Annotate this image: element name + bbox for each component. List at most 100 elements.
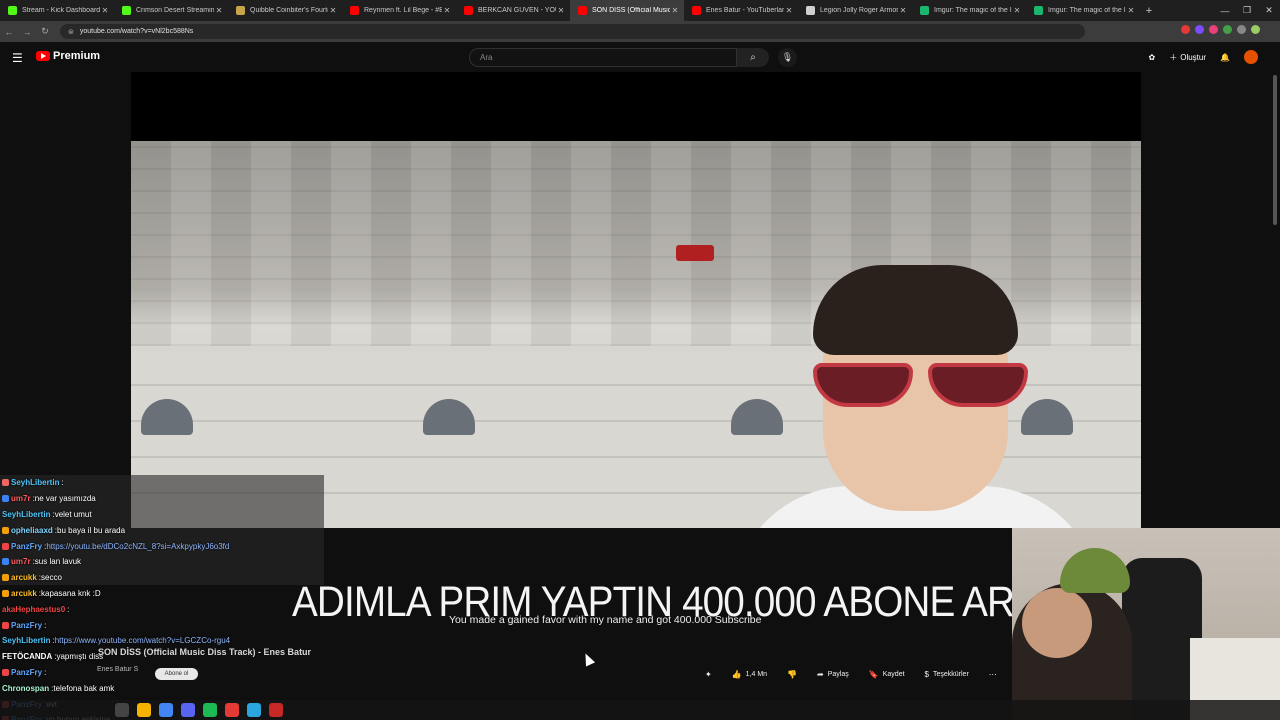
puzzle-icon[interactable] [1237, 25, 1246, 34]
chat-username[interactable]: PanzFry [11, 542, 42, 551]
video-title: SON DİSS (Official Music Diss Track) - E… [98, 647, 312, 657]
app-icon[interactable] [225, 703, 239, 717]
sparkle-icon: ✦ [705, 669, 712, 679]
tab-close-icon[interactable]: ✕ [328, 6, 338, 15]
chat-username[interactable]: um7r [11, 494, 31, 503]
browser-tab[interactable]: Reynmen ft. Lil Bege - #Bizk✕ [342, 0, 456, 21]
extension-icon[interactable] [1223, 25, 1232, 34]
browser-tab[interactable]: Imgur: The magic of the Inter✕ [1026, 0, 1140, 21]
chat-message: PanzFry: [2, 617, 230, 633]
browser-tab[interactable]: BERKCAN GÜVEN - YOUTUB✕ [456, 0, 570, 21]
tab-close-icon[interactable]: ✕ [898, 6, 908, 15]
remix-button[interactable]: ✦ [700, 666, 717, 682]
create-button[interactable]: ＋ Oluştur [1169, 52, 1206, 63]
tab-close-icon[interactable]: ✕ [556, 6, 566, 15]
browser-tab[interactable]: Stream - Kick Dashboard ✕ [0, 0, 114, 21]
tab-favicon-icon [920, 6, 929, 15]
site-info-icon[interactable]: ⊜ [68, 28, 74, 36]
chat-username[interactable]: PanzFry [11, 621, 42, 630]
channel-name[interactable]: Enes Batur S [97, 666, 138, 673]
app-icon[interactable] [269, 703, 283, 717]
create-label: Oluştur [1180, 52, 1207, 62]
back-icon[interactable]: ← [0, 27, 18, 37]
chat-username[interactable]: arcukk [11, 589, 37, 598]
tab-close-icon[interactable]: ✕ [1126, 6, 1136, 15]
app-icon[interactable] [247, 703, 261, 717]
search-button[interactable]: ⌕ [737, 48, 769, 67]
chat-username[interactable]: PanzFry [11, 668, 42, 677]
minimize-icon[interactable]: — [1214, 6, 1236, 16]
thumbs-down-icon: 👎 [787, 669, 798, 679]
browser-tab[interactable]: Crimson Desert Streaming - L✕ [114, 0, 228, 21]
chat-username[interactable]: FETÖCANDA [2, 652, 52, 661]
save-button[interactable]: 🔖 Kaydet [864, 666, 910, 682]
browser-tab[interactable]: SON DİSS (Official Music ✕ [570, 0, 684, 21]
like-button[interactable]: 👍 1,4 Mn [727, 666, 772, 682]
browser-tab[interactable]: Imgur: The magic of the Inter✕ [912, 0, 1026, 21]
tab-close-icon[interactable]: ✕ [100, 6, 110, 15]
video-player[interactable] [131, 72, 1141, 528]
chat-text: sus lan lavuk [34, 557, 82, 567]
page-scrollbar[interactable] [1273, 75, 1277, 225]
subscribe-button[interactable]: Abone ol [155, 668, 198, 680]
browser-tab[interactable]: Enes Batur - YouTuberların D✕ [684, 0, 798, 21]
chat-username[interactable]: akaHephaestus0 [2, 605, 65, 614]
tab-close-icon[interactable]: ✕ [670, 6, 680, 15]
tab-close-icon[interactable]: ✕ [1012, 6, 1022, 15]
extension-icon[interactable] [1195, 25, 1204, 34]
extension-icon[interactable] [1181, 25, 1190, 34]
new-tab-icon[interactable]: + [1140, 5, 1158, 17]
chrome-icon[interactable] [159, 703, 173, 717]
cast-icon[interactable]: ✿ [1149, 53, 1156, 62]
chat-badge-icon [2, 479, 9, 487]
chat-username[interactable]: Chronospan [2, 684, 49, 693]
file-explorer-icon[interactable] [115, 703, 129, 717]
chat-username[interactable]: SeyhLibertin [11, 478, 59, 487]
chat-link[interactable]: https://www.youtube.com/watch?v=LGCZCo-r… [55, 636, 230, 645]
extension-icon[interactable] [1209, 25, 1218, 34]
tab-close-icon[interactable]: ✕ [442, 6, 452, 15]
folder-icon[interactable] [137, 703, 151, 717]
thanks-button[interactable]: $ Teşekkürler [920, 666, 974, 682]
profile-icon[interactable] [1251, 25, 1260, 34]
browser-tab-strip: Stream - Kick Dashboard ✕ Crimson Desert S… [0, 0, 1280, 21]
tab-close-icon[interactable]: ✕ [784, 6, 794, 15]
more-button[interactable]: ⋯ [984, 666, 1002, 682]
url-field[interactable]: ⊜ youtube.com/watch?v=vNl2bc588Ns [60, 24, 1085, 39]
share-button[interactable]: ➦ Paylaş [812, 666, 854, 682]
close-window-icon[interactable]: ✕ [1258, 5, 1280, 16]
dislike-button[interactable]: 👎 [782, 666, 802, 682]
save-label: Kaydet [882, 670, 905, 678]
reload-icon[interactable]: ↻ [36, 26, 54, 37]
chat-separator: : [44, 667, 47, 677]
chat-messages: SeyhLibertin: um7r: ne var yasımızda Seyh… [2, 475, 230, 720]
tab-favicon-icon [122, 6, 131, 15]
microphone-icon[interactable]: 🎙 [778, 48, 797, 67]
browser-tab[interactable]: Legion Jolly Roger Armor - A✕ [798, 0, 912, 21]
chat-text: telefona bak amk [53, 683, 115, 693]
plus-icon: ＋ [1169, 52, 1178, 62]
discord-icon[interactable] [181, 703, 195, 717]
tab-title: Stream - Kick Dashboard [22, 7, 100, 14]
spotify-icon[interactable] [203, 703, 217, 717]
chat-message: um7r: sus lan lavuk [2, 554, 230, 570]
maximize-icon[interactable]: ❐ [1236, 5, 1258, 16]
avatar[interactable] [1244, 50, 1258, 64]
browser-tab[interactable]: Quibble Coinbiter's Fourteen✕ [228, 0, 342, 21]
youtube-logo[interactable]: Premium [36, 50, 100, 62]
search-input[interactable]: Ara [469, 48, 737, 67]
forward-icon[interactable]: → [18, 27, 36, 37]
chat-username[interactable]: um7r [11, 557, 31, 566]
chat-username[interactable]: arcukk [11, 573, 37, 582]
chat-username[interactable]: opheliaaxd [11, 526, 53, 535]
chat-link[interactable]: https://youtu.be/dDCo2cNZL_8?si=Axkpypky… [46, 542, 229, 551]
menu-icon[interactable]: ☰ [12, 51, 23, 65]
streamer-face [1022, 588, 1092, 658]
tab-title: Imgur: The magic of the Inter [934, 7, 1012, 14]
chat-username[interactable]: SeyhLibertin [2, 636, 50, 645]
share-label: Paylaş [827, 670, 849, 678]
chat-username[interactable]: SeyhLibertin [2, 510, 50, 519]
tab-close-icon[interactable]: ✕ [214, 6, 224, 15]
taskbar-icons [115, 703, 283, 717]
bell-icon[interactable]: 🔔 [1220, 53, 1230, 62]
